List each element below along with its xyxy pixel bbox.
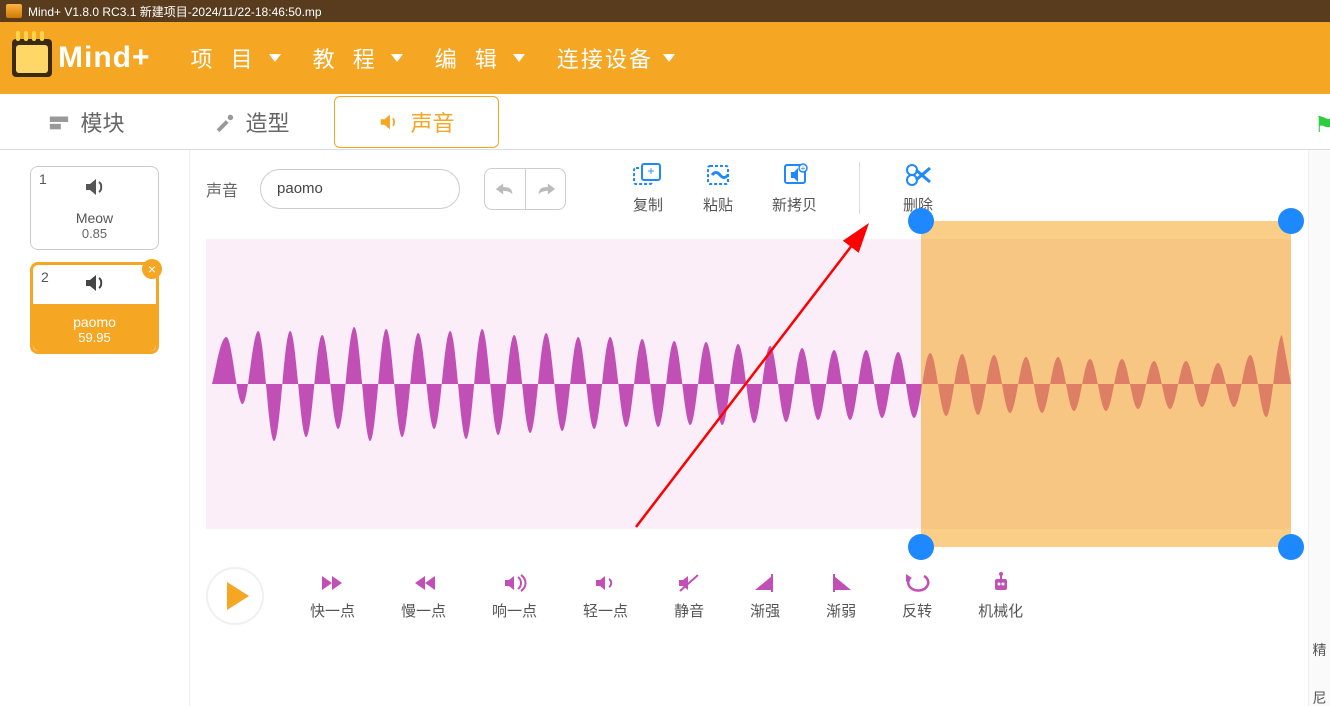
thumb-duration: 0.85: [35, 226, 154, 241]
fadein-button[interactable]: 渐强: [750, 572, 780, 621]
tab-sounds[interactable]: 声音: [334, 96, 499, 148]
sounds-sidebar: 1 Meow 0.85 × 2 paomo 59.95: [0, 150, 190, 706]
effect-controls: 快一点 慢一点 响一点 轻一点 静音 渐强 渐弱 反转 机械化: [206, 567, 1292, 625]
chevron-down-icon: [513, 54, 525, 62]
faster-label: 快一点: [310, 600, 355, 621]
thumb-index: 2: [41, 269, 49, 285]
selection-handle-top-left[interactable]: [908, 208, 934, 234]
tab-costumes[interactable]: 造型: [169, 96, 334, 148]
right-label-a: 精: [1309, 640, 1330, 660]
reverse-button[interactable]: 反转: [902, 572, 932, 621]
edit-tools: + 复制 粘贴 + 新拷贝 删除: [632, 162, 934, 215]
right-panel-strip: 精 尼: [1308, 150, 1330, 706]
right-label-b: 尼: [1309, 688, 1330, 706]
selection-handle-bottom-left[interactable]: [908, 534, 934, 560]
chevron-down-icon: [663, 54, 675, 62]
fadein-label: 渐强: [750, 600, 780, 621]
menu-project-label: 项 目: [191, 42, 259, 74]
thumb-name: paomo: [33, 314, 156, 330]
fadeout-label: 渐弱: [826, 600, 856, 621]
brush-icon: [213, 111, 235, 133]
content-area: 1 Meow 0.85 × 2 paomo 59.95 声音: [0, 150, 1330, 706]
svg-text:+: +: [648, 164, 655, 178]
chevron-down-icon: [391, 54, 403, 62]
speaker-icon: [35, 271, 154, 302]
thumb-close-button[interactable]: ×: [142, 259, 162, 279]
fadeout-button[interactable]: 渐弱: [826, 572, 856, 621]
app-logo[interactable]: Mind+: [12, 39, 151, 77]
menu-edit-label: 编 辑: [435, 42, 503, 74]
copy-new-label: 新拷贝: [772, 194, 817, 215]
mute-button[interactable]: 静音: [674, 572, 704, 621]
copy-button[interactable]: + 复制: [632, 162, 664, 215]
thumb-duration: 59.95: [33, 330, 156, 345]
main-menubar: Mind+ 项 目 教 程 编 辑 连接设备: [0, 22, 1330, 94]
reverse-label: 反转: [902, 600, 932, 621]
menu-edit[interactable]: 编 辑: [419, 42, 541, 74]
logo-text: Mind+: [58, 41, 151, 75]
chevron-down-icon: [269, 54, 281, 62]
sound-thumb-2[interactable]: × 2 paomo 59.95: [30, 262, 159, 354]
window-title: Mind+ V1.8.0 RC3.1 新建项目-2024/11/22-18:46…: [28, 3, 322, 20]
window-titlebar: Mind+ V1.8.0 RC3.1 新建项目-2024/11/22-18:46…: [0, 0, 1330, 22]
sound-thumb-1[interactable]: 1 Meow 0.85: [30, 166, 159, 250]
slower-button[interactable]: 慢一点: [401, 572, 446, 621]
play-icon: [227, 582, 249, 610]
toolbar-separator: [859, 162, 860, 214]
louder-label: 响一点: [492, 600, 537, 621]
menu-connect[interactable]: 连接设备: [541, 42, 691, 74]
menu-tutorial[interactable]: 教 程: [297, 42, 419, 74]
faster-button[interactable]: 快一点: [310, 572, 355, 621]
tab-costumes-label: 造型: [245, 106, 289, 138]
delete-button[interactable]: 删除: [902, 162, 934, 215]
sound-editor: 声音 + 复制 粘贴 + 新拷贝: [190, 150, 1308, 706]
green-flag-icon[interactable]: ⚑: [1314, 112, 1330, 138]
menu-project[interactable]: 项 目: [175, 42, 297, 74]
paste-button[interactable]: 粘贴: [702, 162, 734, 215]
thumb-index: 1: [39, 171, 47, 187]
sound-name-input[interactable]: [260, 169, 460, 209]
softer-button[interactable]: 轻一点: [583, 572, 628, 621]
waveform-area[interactable]: [206, 239, 1291, 529]
copy-new-button[interactable]: + 新拷贝: [772, 162, 817, 215]
robot-button[interactable]: 机械化: [978, 572, 1023, 621]
slower-label: 慢一点: [401, 600, 446, 621]
blocks-icon: [48, 111, 70, 133]
thumb-name: Meow: [35, 210, 154, 226]
editor-tabs: 模块 造型 声音: [0, 94, 1330, 150]
tab-blocks-label: 模块: [80, 106, 124, 138]
redo-button[interactable]: [525, 169, 565, 209]
editor-toolbar: 声音 + 复制 粘贴 + 新拷贝: [206, 162, 1292, 215]
undo-redo-group: [484, 168, 566, 210]
robot-label: 机械化: [978, 600, 1023, 621]
paste-label: 粘贴: [703, 194, 733, 215]
app-icon: [6, 4, 22, 18]
copy-label: 复制: [633, 194, 663, 215]
tab-blocks[interactable]: 模块: [4, 96, 169, 148]
selection-handle-bottom-right[interactable]: [1278, 534, 1304, 560]
menu-tutorial-label: 教 程: [313, 42, 381, 74]
play-button[interactable]: [206, 567, 264, 625]
thumb-meta: paomo 59.95: [33, 304, 156, 351]
logo-icon: [12, 39, 52, 77]
speaker-icon: [35, 175, 154, 206]
softer-label: 轻一点: [583, 600, 628, 621]
mute-label: 静音: [674, 600, 704, 621]
menu-connect-label: 连接设备: [557, 42, 653, 74]
waveform-selection[interactable]: [921, 221, 1291, 547]
undo-button[interactable]: [485, 169, 525, 209]
sound-label: 声音: [206, 177, 238, 201]
selection-handle-top-right[interactable]: [1278, 208, 1304, 234]
tab-sounds-label: 声音: [410, 106, 454, 138]
svg-text:+: +: [800, 164, 805, 173]
louder-button[interactable]: 响一点: [492, 572, 537, 621]
speaker-icon: [378, 111, 400, 133]
